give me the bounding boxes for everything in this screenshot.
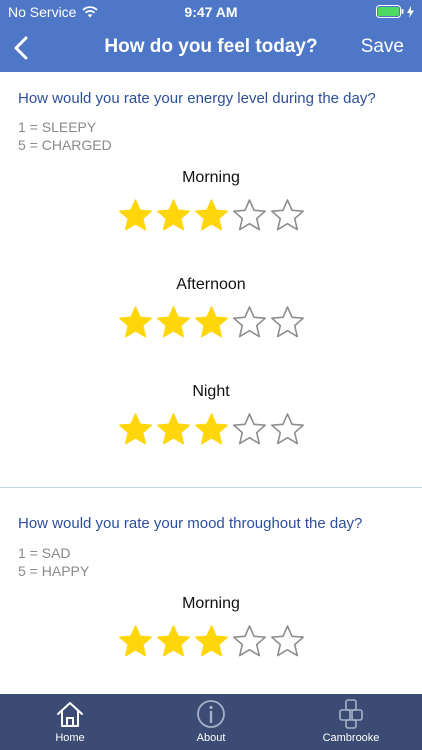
tab-home[interactable]: Home xyxy=(20,698,120,744)
star-filled-icon[interactable] xyxy=(194,624,229,659)
question-text: How would you rate your mood throughout … xyxy=(18,515,363,532)
rating-afternoon: Afternoon xyxy=(18,276,404,340)
scale-max-label: 5 = CHARGED xyxy=(18,137,112,153)
star-filled-icon[interactable] xyxy=(194,305,229,340)
rating-label: Night xyxy=(192,383,230,400)
scale-min-label: 1 = SLEEPY xyxy=(18,119,97,135)
star-filled-icon[interactable] xyxy=(118,412,153,447)
cambrooke-logo-icon xyxy=(339,699,363,729)
star-empty-icon[interactable] xyxy=(232,305,267,340)
mood-question-section: How would you rate your mood throughout … xyxy=(0,488,422,659)
tab-cambrooke[interactable]: Cambrooke xyxy=(301,698,401,744)
star-filled-icon[interactable] xyxy=(156,412,191,447)
star-filled-icon[interactable] xyxy=(194,198,229,233)
star-rating xyxy=(18,412,404,447)
nav-bar: How do you feel today? Save xyxy=(0,24,422,72)
star-empty-icon[interactable] xyxy=(270,624,305,659)
status-bar: No Service 9:47 AM xyxy=(0,0,422,24)
star-filled-icon[interactable] xyxy=(118,198,153,233)
scale-legend: 1 = SLEEPY 5 = CHARGED xyxy=(18,118,404,154)
save-button[interactable]: Save xyxy=(361,36,404,58)
tab-bar: Home About Cambrooke xyxy=(0,694,422,750)
battery-icon xyxy=(376,5,404,18)
question-text: How would you rate your energy level dur… xyxy=(18,90,376,107)
page-title: How do you feel today? xyxy=(104,36,318,57)
scale-legend: 1 = SAD 5 = HAPPY xyxy=(18,544,404,580)
tab-label: Home xyxy=(55,732,85,744)
star-empty-icon[interactable] xyxy=(232,624,267,659)
charging-bolt-icon xyxy=(407,5,414,18)
rating-label: Afternoon xyxy=(176,276,246,293)
rating-label: Morning xyxy=(182,595,240,612)
star-filled-icon[interactable] xyxy=(156,624,191,659)
star-filled-icon[interactable] xyxy=(194,412,229,447)
star-rating xyxy=(18,198,404,233)
star-empty-icon[interactable] xyxy=(270,305,305,340)
tab-label: About xyxy=(196,732,226,744)
star-rating xyxy=(18,305,404,340)
star-empty-icon[interactable] xyxy=(270,198,305,233)
tab-label: Cambrooke xyxy=(322,732,380,744)
home-icon xyxy=(57,702,83,727)
star-rating xyxy=(18,624,404,659)
star-empty-icon[interactable] xyxy=(232,198,267,233)
star-filled-icon[interactable] xyxy=(118,624,153,659)
star-filled-icon[interactable] xyxy=(118,305,153,340)
star-filled-icon[interactable] xyxy=(156,305,191,340)
star-empty-icon[interactable] xyxy=(270,412,305,447)
survey-content[interactable]: How would you rate your energy level dur… xyxy=(0,72,422,694)
status-right xyxy=(376,5,414,18)
scale-max-label: 5 = HAPPY xyxy=(18,563,90,579)
scale-min-label: 1 = SAD xyxy=(18,545,71,561)
star-filled-icon[interactable] xyxy=(156,198,191,233)
info-icon xyxy=(197,700,225,728)
status-time: 9:47 AM xyxy=(184,4,238,20)
rating-label: Morning xyxy=(182,169,240,186)
rating-morning: Morning xyxy=(18,595,404,659)
rating-night: Night xyxy=(18,383,404,447)
rating-morning: Morning xyxy=(18,169,404,233)
star-empty-icon[interactable] xyxy=(232,412,267,447)
tab-about[interactable]: About xyxy=(161,698,261,744)
energy-question-section: How would you rate your energy level dur… xyxy=(0,72,422,487)
